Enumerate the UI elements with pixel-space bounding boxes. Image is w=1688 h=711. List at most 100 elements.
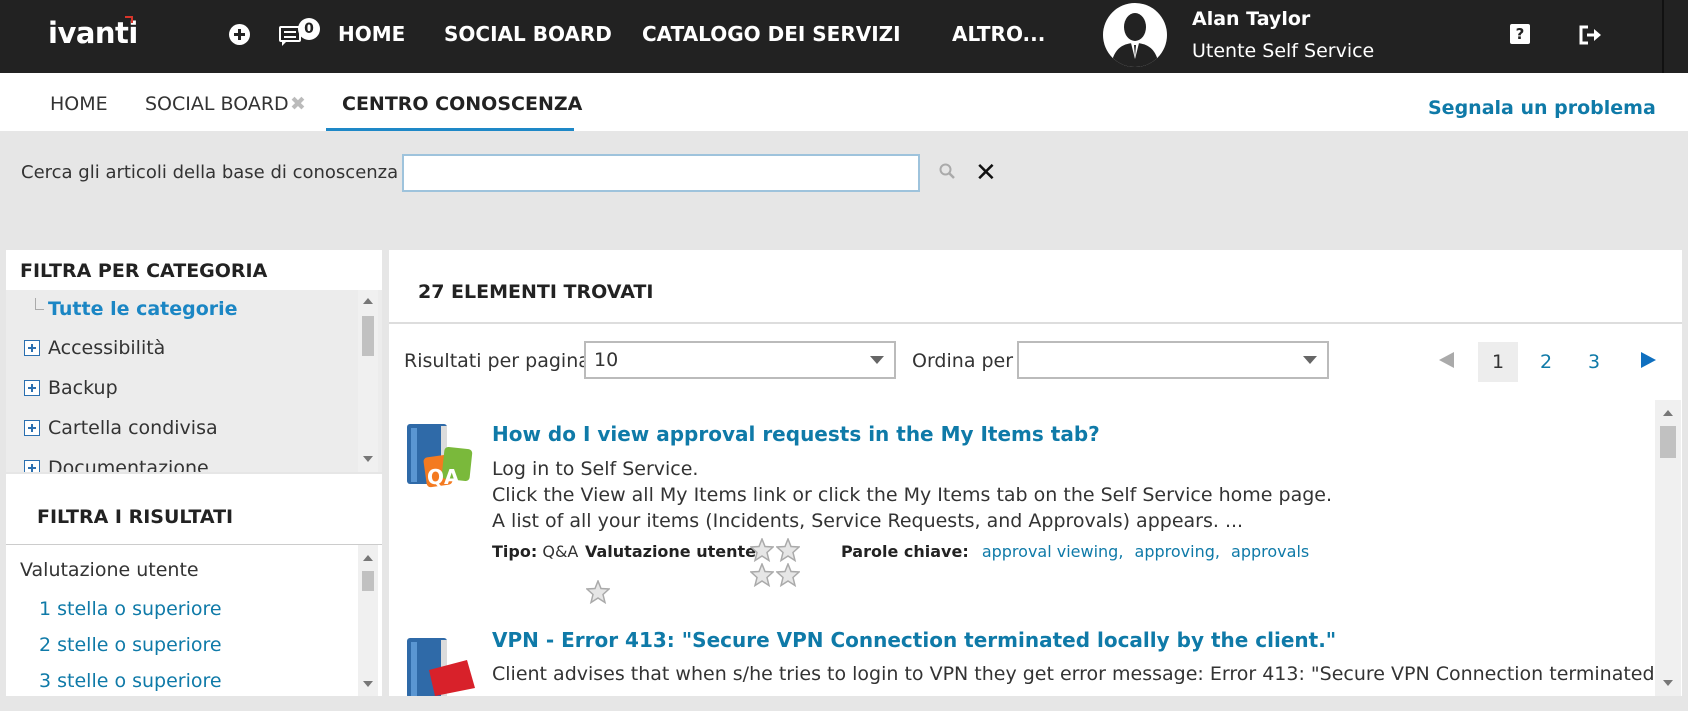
keyword-link[interactable]: approvals xyxy=(1231,542,1309,561)
per-page-select[interactable]: 10 xyxy=(584,341,896,379)
rating-group-label: Valutazione utente xyxy=(20,559,199,581)
dropdown-arrow-icon xyxy=(870,356,884,364)
help-icon[interactable]: ? xyxy=(1510,24,1530,44)
result-filter-scrollbar[interactable] xyxy=(358,545,378,696)
tree-item-backup[interactable]: Backup xyxy=(24,377,118,399)
qa-icon-text: QA xyxy=(427,465,460,489)
rating-star-icon xyxy=(586,580,610,604)
type-value: Q&A xyxy=(542,542,579,561)
nav-home[interactable]: HOME xyxy=(338,22,405,46)
tree-item-accessibility[interactable]: Accessibilità xyxy=(24,337,165,359)
user-avatar[interactable] xyxy=(1103,3,1167,67)
tree-item-all-categories[interactable]: Tutte le categorie xyxy=(48,298,238,320)
tree-item-label: Documentazione xyxy=(48,457,209,472)
scroll-down-arrow-icon[interactable] xyxy=(1663,680,1673,686)
search-icon[interactable] xyxy=(939,163,955,179)
filter-3-stars[interactable]: 3 stelle o superiore xyxy=(39,670,222,692)
keyword-link[interactable]: approval viewing, xyxy=(982,542,1124,561)
article-title-link[interactable]: VPN - Error 413: "Secure VPN Connection … xyxy=(492,628,1336,652)
dropdown-arrow-icon xyxy=(1303,356,1317,364)
clear-search-icon[interactable]: ✕ xyxy=(975,158,997,188)
per-page-value: 10 xyxy=(594,349,619,371)
tree-item-label: Cartella condivisa xyxy=(48,417,218,439)
user-role: Utente Self Service xyxy=(1192,40,1375,62)
tree-item-label: Backup xyxy=(48,377,118,399)
nav-service-catalog[interactable]: CATALOGO DEI SERVIZI xyxy=(642,22,901,46)
close-tab-icon[interactable]: ✖ xyxy=(290,93,306,115)
scroll-down-arrow-icon[interactable] xyxy=(363,456,373,462)
scroll-thumb[interactable] xyxy=(362,316,374,356)
results-scrollbar[interactable] xyxy=(1655,400,1681,696)
results-count-heading: 27 ELEMENTI TROVATI xyxy=(418,281,654,303)
article-excerpt-line: Click the View all My Items link or clic… xyxy=(492,484,1332,506)
top-bar: ivanti 0 HOME SOCIAL BOARD CATALOGO DEI … xyxy=(0,0,1688,73)
sort-label: Ordina per xyxy=(912,350,1014,372)
expand-icon[interactable] xyxy=(24,380,40,396)
scroll-up-arrow-icon[interactable] xyxy=(363,555,373,561)
nav-more[interactable]: ALTRO... xyxy=(952,22,1045,46)
add-plus-icon[interactable] xyxy=(229,24,250,45)
scroll-thumb[interactable] xyxy=(1660,426,1676,458)
results-panel: 27 ELEMENTI TROVATI Risultati per pagina… xyxy=(389,250,1682,696)
knowledge-search-input[interactable] xyxy=(402,154,920,192)
result-filter-list: Valutazione utente 1 stella o superiore … xyxy=(6,544,382,696)
result-filter-heading: FILTRA I RISULTATI xyxy=(37,506,234,528)
pager-prev-icon[interactable] xyxy=(1439,352,1454,368)
rating-label-block: Valutazione utente: xyxy=(585,542,762,561)
tab-home[interactable]: HOME xyxy=(50,93,108,115)
keyword-link[interactable]: approving, xyxy=(1135,542,1220,561)
user-name[interactable]: Alan Taylor xyxy=(1192,8,1310,30)
pager-next-icon[interactable] xyxy=(1641,352,1656,368)
filter-2-stars[interactable]: 2 stelle o superiore xyxy=(39,634,222,656)
qa-book-icon: QA xyxy=(405,422,475,498)
topbar-divider xyxy=(1662,0,1664,73)
rating-star-icon xyxy=(776,563,800,587)
results-divider xyxy=(389,322,1682,324)
tree-connector xyxy=(35,298,44,310)
logout-icon[interactable] xyxy=(1578,24,1604,46)
article-excerpt-line: Client advises that when s/he tries to l… xyxy=(492,663,1655,685)
tab-knowledge-center[interactable]: CENTRO CONOSCENZA xyxy=(342,93,582,115)
expand-icon[interactable] xyxy=(24,340,40,356)
article-list: QA How do I view approval requests in th… xyxy=(389,400,1682,696)
logo-mark-icon xyxy=(125,16,133,23)
rating-star-icon xyxy=(776,538,800,562)
article-excerpt-line: A list of all your items (Incidents, Ser… xyxy=(492,510,1244,532)
category-filter-heading: FILTRA PER CATEGORIA xyxy=(20,260,268,282)
pager-page-1[interactable]: 1 xyxy=(1478,342,1518,382)
person-silhouette-icon xyxy=(1111,13,1159,67)
article-excerpt-line: Log in to Self Service. xyxy=(492,458,699,480)
sort-select[interactable] xyxy=(1017,341,1329,379)
rating-star-icon xyxy=(750,563,774,587)
expand-icon[interactable] xyxy=(24,420,40,436)
pager-page-3[interactable]: 3 xyxy=(1574,342,1614,382)
scroll-up-arrow-icon[interactable] xyxy=(1663,410,1673,416)
search-label: Cerca gli articoli della base di conosce… xyxy=(21,162,399,183)
result-filter-panel: FILTRA I RISULTATI Valutazione utente 1 … xyxy=(6,474,382,696)
keywords-block: Parole chiave: approval viewing, approvi… xyxy=(841,542,1315,561)
report-problem-link[interactable]: Segnala un problema xyxy=(1428,97,1656,119)
category-tree: Tutte le categorie Accessibilità Backup … xyxy=(6,290,382,472)
keywords-label: Parole chiave: xyxy=(841,542,969,561)
active-tab-indicator xyxy=(326,128,574,131)
tree-item-documentation[interactable]: Documentazione xyxy=(24,457,209,472)
chat-count-badge: 0 xyxy=(298,18,320,40)
expand-icon[interactable] xyxy=(24,460,40,472)
type-label: Tipo: xyxy=(492,542,538,561)
article-meta: Tipo: Q&A xyxy=(492,542,578,561)
filter-1-star[interactable]: 1 stella o superiore xyxy=(39,598,222,620)
scroll-down-arrow-icon[interactable] xyxy=(363,681,373,687)
scroll-up-arrow-icon[interactable] xyxy=(363,298,373,304)
pager-page-2[interactable]: 2 xyxy=(1526,342,1566,382)
rating-label: Valutazione utente: xyxy=(585,542,763,561)
category-filter-panel: FILTRA PER CATEGORIA Tutte le categorie … xyxy=(6,250,382,472)
tab-social-board[interactable]: SOCIAL BOARD xyxy=(145,93,289,115)
nav-social-board[interactable]: SOCIAL BOARD xyxy=(444,22,612,46)
tree-item-shared-folder[interactable]: Cartella condivisa xyxy=(24,417,218,439)
tree-item-label: Accessibilità xyxy=(48,337,166,359)
rating-star-icon xyxy=(750,538,774,562)
category-scrollbar[interactable] xyxy=(358,290,378,472)
scroll-thumb[interactable] xyxy=(362,571,374,591)
article-title-link[interactable]: How do I view approval requests in the M… xyxy=(492,422,1100,446)
tab-bar: HOME SOCIAL BOARD ✖ CENTRO CONOSCENZA Se… xyxy=(0,73,1688,131)
